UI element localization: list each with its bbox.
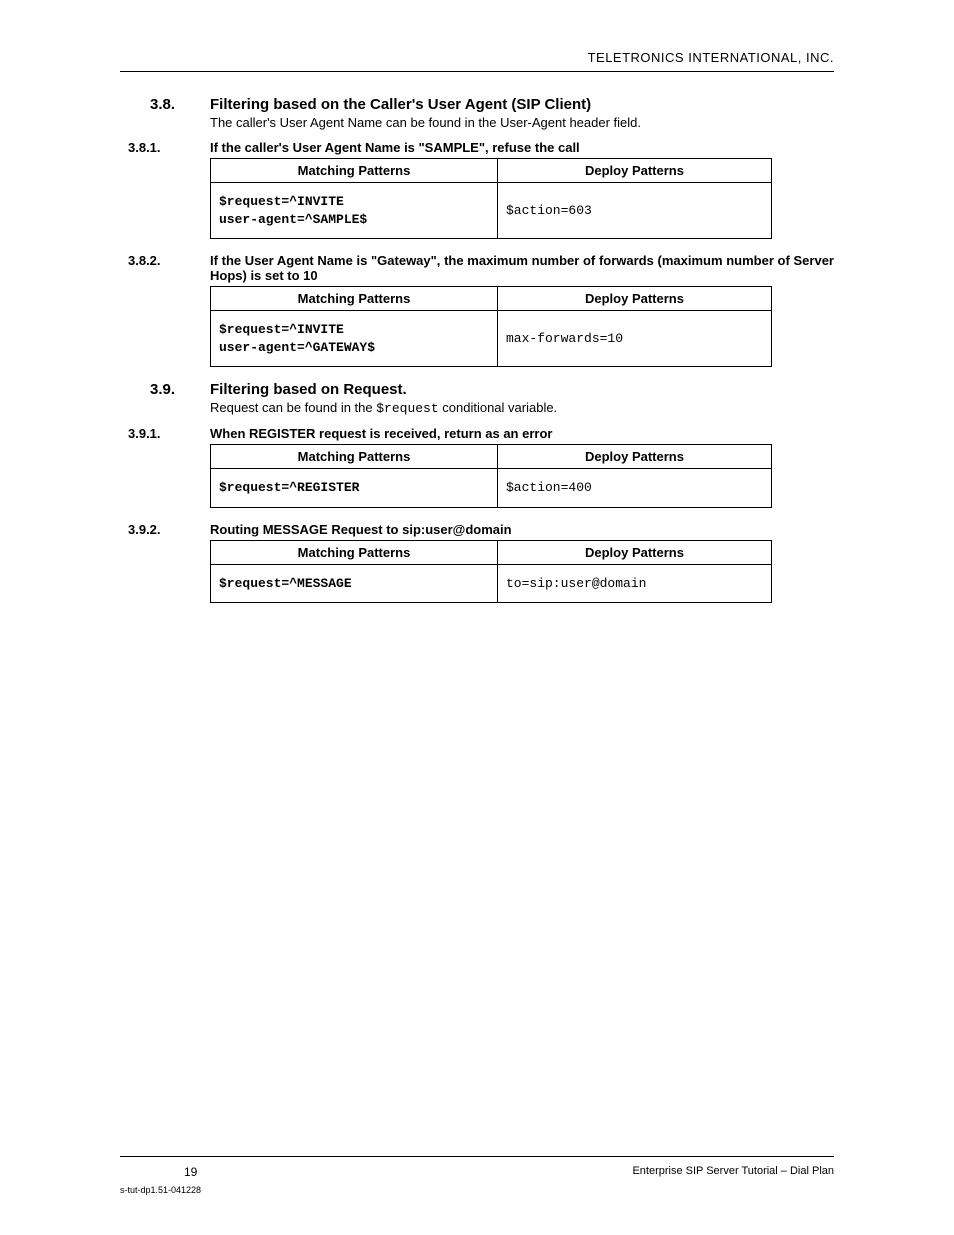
table-cell-deploy: max-forwards=10 [498,311,772,367]
table-3-8-1: Matching Patterns Deploy Patterns $reque… [210,158,772,239]
table-cell-matching: $request=^MESSAGE [211,564,498,603]
subsection-number: 3.9.2. [128,522,210,537]
section-3-9-body: Request can be found in the $request con… [210,400,834,416]
section-title: Filtering based on the Caller's User Age… [210,96,834,113]
table-header-matching: Matching Patterns [211,287,498,311]
table-3-9-2: Matching Patterns Deploy Patterns $reque… [210,540,772,604]
table-cell-deploy: $action=400 [498,469,772,508]
subsection-3-8-1-heading: 3.8.1. If the caller's User Agent Name i… [128,140,834,155]
table-header-matching: Matching Patterns [211,159,498,183]
subsection-number: 3.9.1. [128,426,210,441]
subsection-title: If the User Agent Name is "Gateway", the… [210,253,834,283]
section-number: 3.9. [150,381,210,398]
subsection-title: Routing MESSAGE Request to sip:user@doma… [210,522,834,537]
footer-rule [120,1156,834,1157]
table-3-9-1: Matching Patterns Deploy Patterns $reque… [210,444,772,508]
table-cell-matching: $request=^INVITE user-agent=^GATEWAY$ [211,311,498,367]
page-footer: 19 Enterprise SIP Server Tutorial – Dial… [120,1156,834,1195]
table-header-deploy: Deploy Patterns [498,445,772,469]
table-3-8-2: Matching Patterns Deploy Patterns $reque… [210,286,772,367]
section-number: 3.8. [150,96,210,113]
table-cell-deploy: $action=603 [498,183,772,239]
subsection-number: 3.8.2. [128,253,210,283]
table-header-deploy: Deploy Patterns [498,159,772,183]
subsection-3-9-2-heading: 3.9.2. Routing MESSAGE Request to sip:us… [128,522,834,537]
section-3-8-body: The caller's User Agent Name can be foun… [210,115,834,130]
header-company: TELETRONICS INTERNATIONAL, INC. [120,50,834,71]
table-header-matching: Matching Patterns [211,540,498,564]
table-header-deploy: Deploy Patterns [498,287,772,311]
section-title: Filtering based on Request. [210,381,834,398]
subsection-title: If the caller's User Agent Name is "SAMP… [210,140,834,155]
footer-doc-id: s-tut-dp1.51-041228 [120,1185,834,1195]
body-text-pre: Request can be found in the [210,400,376,415]
inline-code: $request [376,401,438,416]
table-cell-matching: $request=^INVITE user-agent=^SAMPLE$ [211,183,498,239]
table-cell-deploy: to=sip:user@domain [498,564,772,603]
header-rule [120,71,834,72]
subsection-3-8-2-heading: 3.8.2. If the User Agent Name is "Gatewa… [128,253,834,283]
table-header-deploy: Deploy Patterns [498,540,772,564]
body-text-post: conditional variable. [439,400,558,415]
subsection-title: When REGISTER request is received, retur… [210,426,834,441]
footer-page-number: 19 [184,1165,197,1179]
table-cell-matching: $request=^REGISTER [211,469,498,508]
subsection-number: 3.8.1. [128,140,210,155]
footer-doc-title: Enterprise SIP Server Tutorial – Dial Pl… [632,1165,834,1179]
subsection-3-9-1-heading: 3.9.1. When REGISTER request is received… [128,426,834,441]
table-header-matching: Matching Patterns [211,445,498,469]
section-3-8-heading: 3.8. Filtering based on the Caller's Use… [120,96,834,113]
section-3-9-heading: 3.9. Filtering based on Request. [120,381,834,398]
